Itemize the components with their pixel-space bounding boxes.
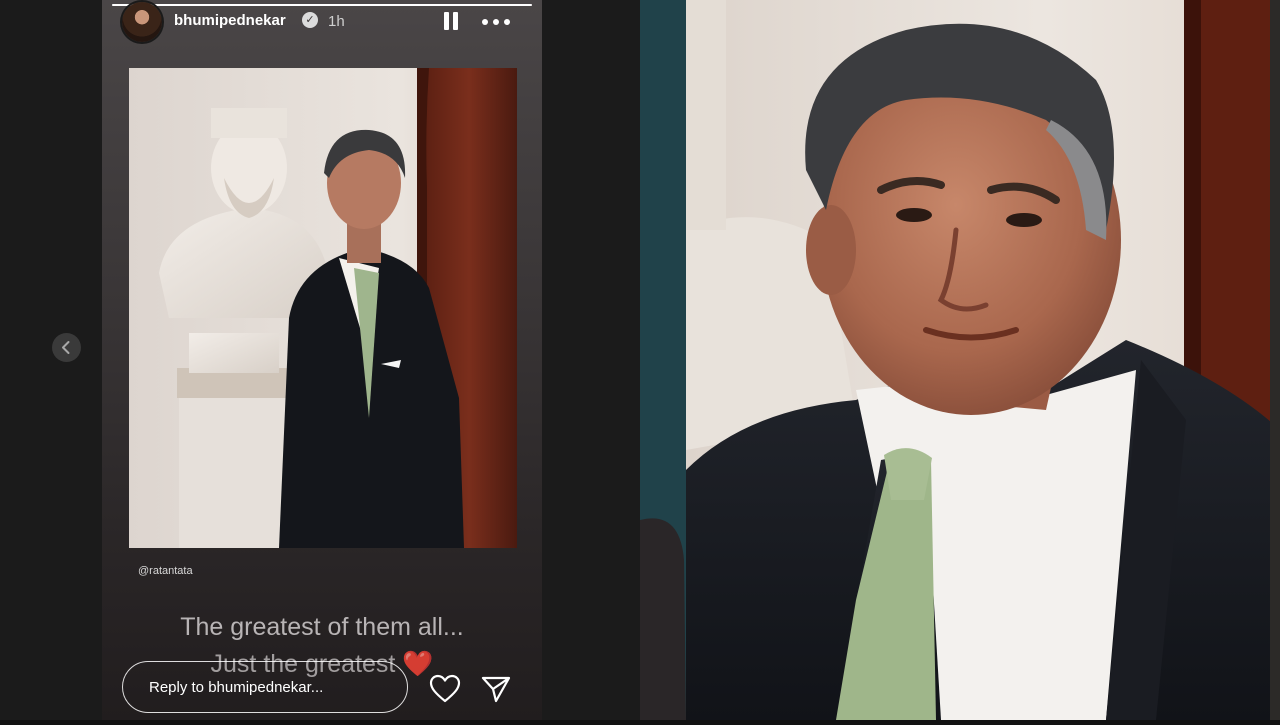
- reply-input[interactable]: [122, 661, 408, 713]
- previous-story-button[interactable]: [52, 333, 81, 362]
- heart-icon: [429, 674, 461, 703]
- story-timestamp: 1h: [328, 13, 345, 30]
- left-panel: bhumipednekar ✓ 1h @ratantata The greate…: [0, 0, 640, 720]
- pause-icon: [444, 12, 449, 30]
- mention-tag[interactable]: @ratantata: [138, 565, 193, 577]
- story-progress-bar: [112, 4, 532, 6]
- send-icon: [481, 676, 511, 703]
- like-button[interactable]: [429, 674, 461, 704]
- caption-line-1: The greatest of them all...: [180, 613, 464, 641]
- closeup-portrait: [686, 0, 1280, 720]
- portrait-photo-illustration: [129, 68, 517, 548]
- avatar[interactable]: [122, 2, 162, 42]
- share-button[interactable]: [480, 674, 512, 704]
- story-card: bhumipednekar ✓ 1h @ratantata The greate…: [102, 0, 542, 720]
- strip-illustration: [640, 518, 686, 720]
- verified-check-icon: ✓: [302, 12, 318, 28]
- more-options-icon: [482, 19, 488, 25]
- chevron-left-icon: [62, 341, 70, 354]
- background-strip: [640, 0, 686, 720]
- story-username[interactable]: bhumipednekar: [174, 12, 286, 29]
- story-photo: [129, 68, 517, 548]
- adjacent-photo-edge: [1270, 0, 1280, 720]
- story-progress-fill: [112, 4, 532, 6]
- pause-button[interactable]: [442, 10, 460, 32]
- closeup-portrait-illustration: [686, 0, 1280, 720]
- more-options-button[interactable]: [482, 19, 510, 25]
